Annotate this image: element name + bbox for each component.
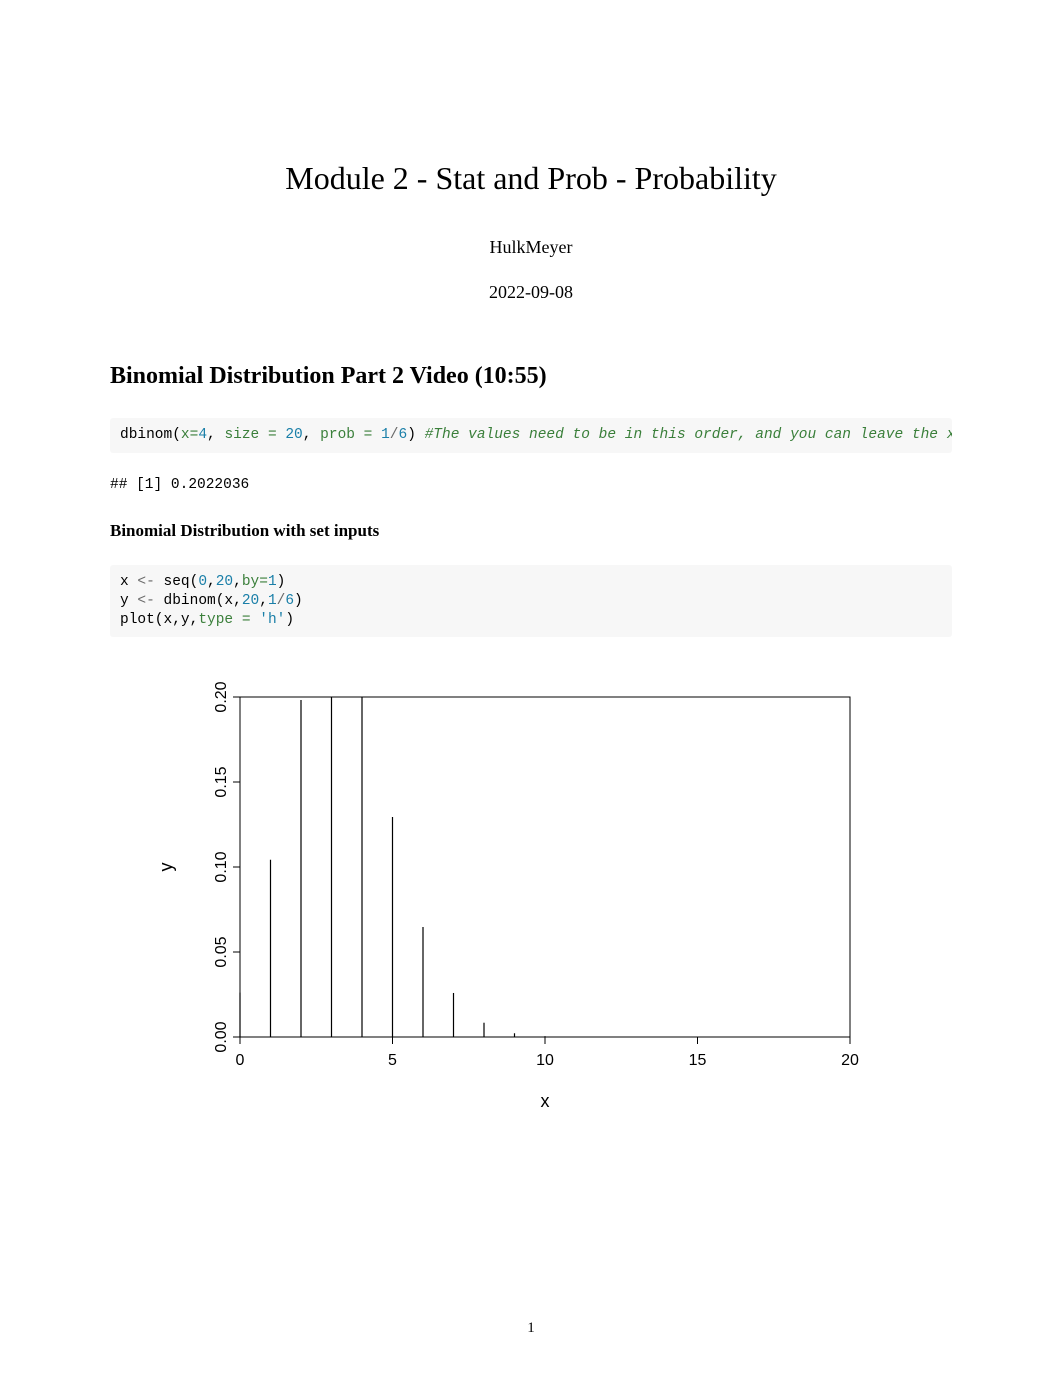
code-token: 1: [268, 593, 277, 609]
author: HulkMeyer: [110, 237, 952, 258]
svg-text:0: 0: [236, 1052, 245, 1069]
code-block-1: dbinom(x=4, size = 20, prob = 1/6) #The …: [110, 418, 952, 453]
code-token: type =: [198, 612, 259, 628]
code-token: 1: [381, 427, 390, 443]
code-token: seq(: [155, 574, 199, 590]
code-token: dbinom(x,: [155, 593, 242, 609]
code-token: <-: [137, 574, 154, 590]
svg-text:x: x: [541, 1091, 550, 1111]
code-token: 1: [268, 574, 277, 590]
chart-svg: 0 5 10 15 20 0.00 0.05 0.10 0.15 0.20 x y: [150, 677, 870, 1117]
code-token: 'h': [259, 612, 285, 628]
code-token: ,: [207, 574, 216, 590]
code-token: y: [120, 593, 137, 609]
code-token: x: [120, 574, 137, 590]
code-token: (: [172, 427, 181, 443]
code-token: ): [407, 427, 424, 443]
code-token: ,: [259, 593, 268, 609]
svg-text:0.00: 0.00: [213, 1022, 230, 1053]
code-token: 20: [242, 593, 259, 609]
svg-text:15: 15: [689, 1052, 707, 1069]
code-token: ): [294, 593, 303, 609]
code-token: 20: [285, 427, 302, 443]
svg-text:0.10: 0.10: [213, 852, 230, 883]
section-heading: Binomial Distribution Part 2 Video (10:5…: [110, 363, 952, 390]
code-token: 0: [198, 574, 207, 590]
document-page: Module 2 - Stat and Prob - Probability H…: [0, 0, 1062, 1377]
code-token: size =: [224, 427, 285, 443]
code-token: x: [181, 427, 190, 443]
code-token: /: [390, 427, 399, 443]
code-token: <-: [137, 593, 154, 609]
code-output-1: ## [1] 0.2022036: [110, 477, 952, 493]
code-comment: #The values need to be in this order, an…: [425, 427, 952, 443]
code-token: by=: [242, 574, 268, 590]
code-token: 20: [216, 574, 233, 590]
code-token: 6: [399, 427, 408, 443]
code-token: ,: [207, 427, 224, 443]
svg-text:0.20: 0.20: [213, 682, 230, 713]
code-block-2: x <- seq(0,20,by=1) y <- dbinom(x,20,1/6…: [110, 565, 952, 638]
code-token: plot(x,y,: [120, 612, 198, 628]
svg-text:y: y: [156, 863, 176, 872]
svg-text:5: 5: [388, 1052, 397, 1069]
page-number: 1: [0, 1320, 1062, 1337]
code-token: dbinom: [120, 427, 172, 443]
code-token: ): [277, 574, 286, 590]
code-token: ,: [233, 574, 242, 590]
chart: 0 5 10 15 20 0.00 0.05 0.10 0.15 0.20 x y: [150, 677, 870, 1117]
date: 2022-09-08: [110, 282, 952, 303]
svg-text:20: 20: [841, 1052, 859, 1069]
code-token: 6: [285, 593, 294, 609]
page-title: Module 2 - Stat and Prob - Probability: [110, 160, 952, 197]
code-token: prob =: [320, 427, 381, 443]
code-token: 4: [198, 427, 207, 443]
code-token: ): [285, 612, 294, 628]
subsection-heading: Binomial Distribution with set inputs: [110, 521, 952, 541]
svg-text:0.15: 0.15: [213, 767, 230, 798]
svg-text:10: 10: [536, 1052, 554, 1069]
svg-text:0.05: 0.05: [213, 937, 230, 968]
code-token: ,: [303, 427, 320, 443]
